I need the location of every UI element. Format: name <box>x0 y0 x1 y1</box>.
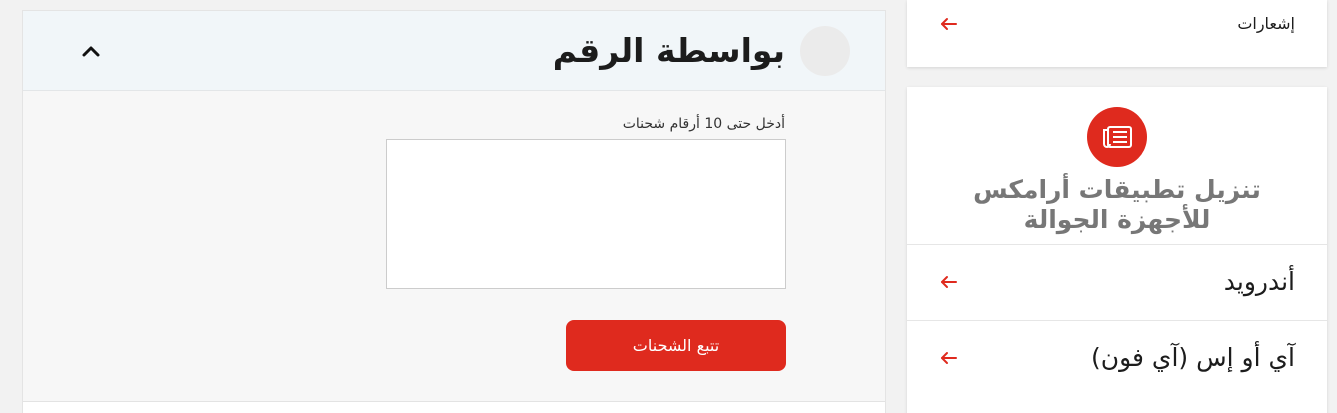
arrow-left-icon <box>941 352 957 364</box>
tracking-numbers-input[interactable] <box>386 139 786 289</box>
ios-app-link[interactable]: آي أو إس (آي فون) <box>907 321 1327 396</box>
notifications-card: إشعارات <box>907 0 1327 67</box>
android-app-link[interactable]: أندرويد <box>907 245 1327 320</box>
ios-label: آي أو إس (آي فون) <box>1090 343 1295 372</box>
notifications-label: إشعارات <box>1237 14 1295 33</box>
panel-divider <box>23 401 885 413</box>
app-badge <box>1087 107 1147 167</box>
collapse-button[interactable] <box>73 33 109 69</box>
newspaper-icon <box>1103 126 1132 148</box>
panel-title: بواسطة الرقم <box>552 31 785 70</box>
apps-title: تنزيل تطبيقات أرامكس للأجهزة الجوالة <box>973 175 1261 234</box>
page: بواسطة الرقم أدخل حتى 10 أرقام شحنات تتب… <box>0 0 1337 413</box>
android-label: أندرويد <box>1223 267 1295 296</box>
notifications-link[interactable]: إشعارات <box>907 0 1327 67</box>
header-avatar-circle <box>800 26 850 76</box>
arrow-left-icon <box>941 276 957 288</box>
chevron-up-icon <box>82 46 100 57</box>
arrow-left-icon <box>941 18 957 30</box>
track-shipments-button[interactable]: تتبع الشحنات <box>566 320 786 371</box>
track-by-number-panel: بواسطة الرقم أدخل حتى 10 أرقام شحنات تتب… <box>22 10 886 413</box>
tracking-input-label: أدخل حتى 10 أرقام شحنات <box>622 116 785 132</box>
panel-header: بواسطة الرقم <box>23 11 885 91</box>
mobile-apps-card: تنزيل تطبيقات أرامكس للأجهزة الجوالة أند… <box>907 87 1327 413</box>
